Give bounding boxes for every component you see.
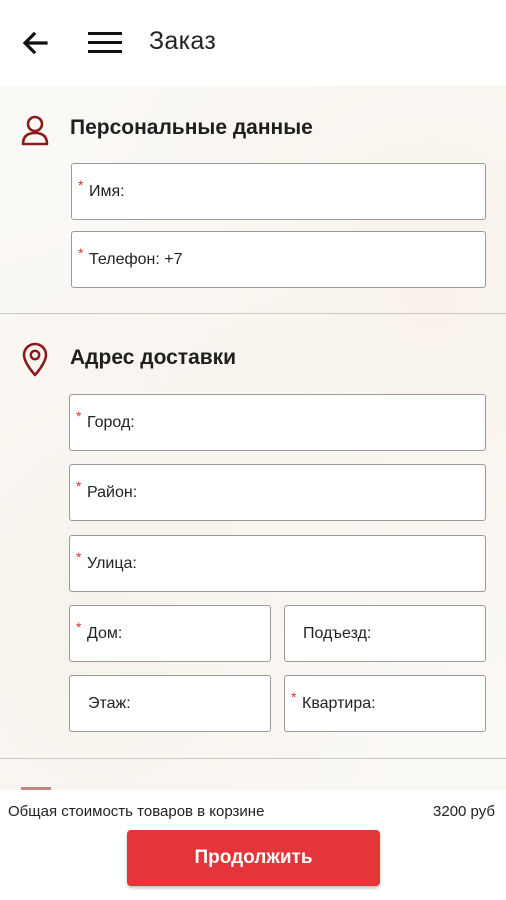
menu-button[interactable] (86, 27, 124, 57)
required-mark: * (78, 177, 84, 193)
district-field[interactable]: * Район: (69, 464, 486, 521)
required-mark: * (76, 619, 82, 635)
hamburger-menu-icon (88, 32, 122, 53)
address-section-title: Адрес доставки (70, 346, 237, 369)
user-icon (21, 115, 49, 146)
section-divider (0, 758, 506, 759)
name-label: Имя: (89, 183, 125, 200)
order-screen: Заказ Персональные данные * Имя: * Телеф… (0, 0, 506, 900)
app-bar: Заказ (0, 0, 506, 86)
page-title: Заказ (149, 27, 217, 55)
phone-label: Телефон: +7 (89, 251, 183, 268)
entrance-label: Подъезд: (303, 625, 372, 642)
required-mark: * (76, 549, 82, 565)
house-label: Дом: (87, 625, 123, 642)
street-label: Улица: (87, 555, 137, 572)
total-value: 3200 руб (433, 803, 495, 820)
required-mark: * (76, 478, 82, 494)
location-pin-icon (22, 342, 48, 377)
personal-section-title: Персональные данные (70, 116, 313, 139)
street-field[interactable]: * Улица: (69, 535, 486, 592)
phone-field[interactable]: * Телефон: +7 (71, 231, 486, 288)
city-field[interactable]: * Город: (69, 394, 486, 451)
floor-field[interactable]: Этаж: (69, 675, 271, 732)
city-label: Город: (87, 414, 135, 431)
arrow-left-icon (22, 31, 48, 55)
back-button[interactable] (20, 28, 52, 58)
order-summary-bar: Общая стоимость товаров в корзине 3200 р… (0, 790, 506, 900)
apartment-label: Квартира: (302, 695, 376, 712)
floor-label: Этаж: (88, 695, 131, 712)
total-label: Общая стоимость товаров в корзине (8, 803, 265, 820)
entrance-field[interactable]: Подъезд: (284, 605, 486, 662)
order-form[interactable]: Персональные данные * Имя: * Телефон: +7… (0, 86, 506, 790)
district-label: Район: (87, 484, 138, 501)
section-divider (0, 313, 506, 314)
continue-button[interactable]: Продолжить (127, 830, 380, 886)
name-field[interactable]: * Имя: (71, 163, 486, 220)
required-mark: * (78, 245, 84, 261)
required-mark: * (76, 408, 82, 424)
apartment-field[interactable]: * Квартира: (284, 675, 486, 732)
house-field[interactable]: * Дом: (69, 605, 271, 662)
required-mark: * (291, 689, 297, 705)
